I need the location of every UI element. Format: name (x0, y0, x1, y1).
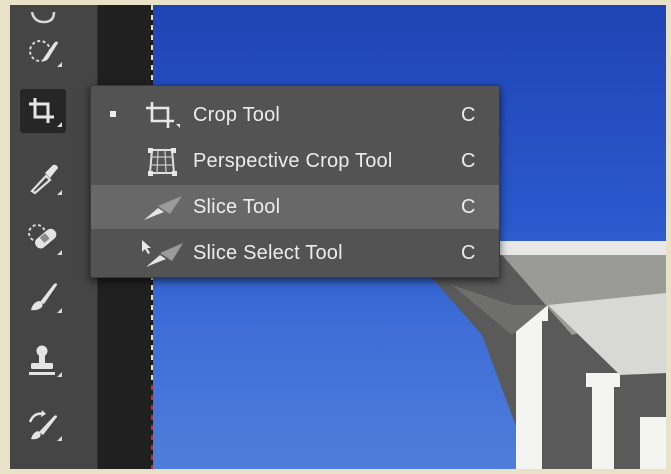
crop-tool-group-flyout: Crop Tool C Perspective Crop Tool C Slic… (90, 85, 500, 278)
slice-icon (139, 192, 185, 222)
perspective-crop-icon (139, 146, 185, 176)
spot-healing-tool-button[interactable] (20, 217, 66, 261)
eyedropper-tool-button[interactable] (20, 157, 66, 201)
menu-item-label: Perspective Crop Tool (193, 150, 393, 172)
shortcut-key: C (461, 104, 476, 126)
tool-group-indicator (57, 308, 62, 313)
clone-stamp-icon (26, 344, 60, 378)
menu-item-label: Slice Tool (193, 196, 281, 218)
quick-selection-tool-button[interactable] (20, 29, 66, 73)
eyedropper-icon (26, 163, 60, 195)
crop-tool-button[interactable] (20, 89, 66, 133)
slice-select-icon (139, 238, 185, 268)
clone-stamp-tool-button[interactable] (20, 339, 66, 383)
brush-icon (26, 280, 60, 314)
lasso-icon (28, 12, 58, 26)
tool-group-indicator (57, 190, 62, 195)
crop-icon (26, 96, 60, 126)
shortcut-key: C (461, 196, 476, 218)
tool-group-indicator (57, 436, 62, 441)
current-tool-indicator (110, 111, 116, 117)
menu-item-label: Crop Tool (193, 104, 281, 126)
tool-group-indicator (57, 122, 62, 127)
spot-healing-icon (26, 223, 60, 255)
quick-selection-icon (26, 35, 60, 67)
tool-group-indicator (57, 372, 62, 377)
menu-item-slice-select-tool[interactable]: Slice Select Tool C (91, 231, 499, 275)
slice-boundary-edge (151, 385, 153, 469)
menu-item-crop-tool[interactable]: Crop Tool C (91, 93, 499, 137)
crop-icon (139, 100, 185, 130)
history-brush-tool-button[interactable] (20, 403, 66, 447)
photoshop-workspace: Crop Tool C Perspective Crop Tool C Slic… (10, 5, 666, 469)
shortcut-key: C (461, 242, 476, 264)
shortcut-key: C (461, 150, 476, 172)
menu-item-perspective-crop-tool[interactable]: Perspective Crop Tool C (91, 139, 499, 183)
tool-group-indicator (57, 250, 62, 255)
tool-group-indicator (57, 62, 62, 67)
menu-item-slice-tool[interactable]: Slice Tool C (91, 185, 499, 229)
history-brush-icon (26, 408, 60, 442)
brush-tool-button[interactable] (20, 275, 66, 319)
tools-panel (10, 5, 98, 469)
menu-item-label: Slice Select Tool (193, 242, 343, 264)
